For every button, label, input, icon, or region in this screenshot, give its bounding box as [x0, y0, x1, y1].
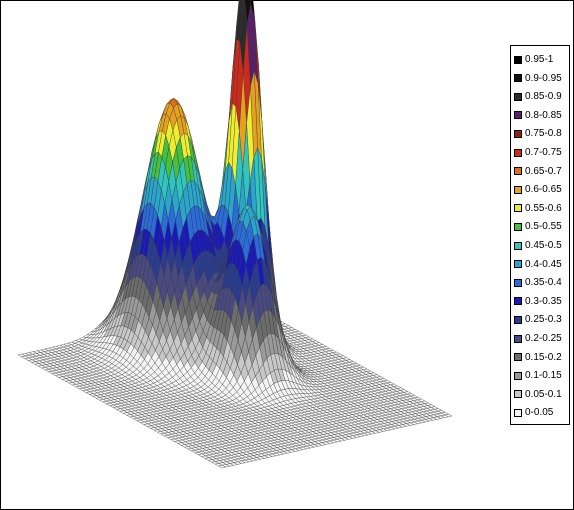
legend-swatch — [514, 353, 522, 362]
legend-swatch — [514, 222, 522, 231]
legend-swatch — [514, 74, 522, 83]
legend-entry: 0.85-0.9 — [514, 87, 562, 106]
legend-entry: 0.4-0.45 — [514, 255, 562, 274]
legend-swatch — [514, 185, 522, 194]
legend-entry: 0.2-0.25 — [514, 329, 562, 348]
legend-label: 0.3-0.35 — [525, 295, 562, 307]
legend-swatch — [514, 204, 522, 213]
legend-swatch — [514, 390, 522, 399]
legend-label: 0.2-0.25 — [525, 333, 562, 344]
legend-label: 0.5-0.55 — [525, 221, 562, 233]
legend-label: 0.4-0.45 — [525, 258, 562, 270]
legend-label: 0.9-0.95 — [525, 72, 562, 84]
legend-entry: 0.7-0.75 — [514, 143, 562, 162]
legend-swatch — [514, 92, 522, 101]
legend-entry: 0.8-0.85 — [514, 106, 562, 125]
legend-entry: 0.3-0.35 — [514, 292, 562, 311]
legend-entry: 0.6-0.65 — [514, 180, 562, 199]
legend-label: 0.6-0.65 — [525, 184, 562, 196]
legend-swatch — [514, 167, 522, 176]
legend-entry: 0.25-0.3 — [514, 310, 562, 329]
legend-entry: 0-0.05 — [514, 403, 553, 422]
legend-swatch — [514, 408, 522, 417]
legend-entry: 0.1-0.15 — [514, 366, 562, 385]
legend-label: 0.95-1 — [525, 54, 554, 65]
legend-label: 0.85-0.9 — [525, 91, 562, 103]
legend-swatch — [514, 260, 522, 269]
legend-label: 0.75-0.8 — [525, 128, 562, 140]
legend-label: 0-0.05 — [525, 407, 554, 419]
legend-label: 0.8-0.85 — [525, 109, 562, 121]
surface-plot — [17, 0, 453, 469]
legend-label: 0.7-0.75 — [525, 147, 562, 158]
legend-swatch — [514, 278, 522, 287]
legend-label: 0.15-0.2 — [525, 351, 562, 363]
legend-entry: 0.35-0.4 — [514, 273, 562, 292]
legend-entry: 0.75-0.8 — [514, 124, 562, 143]
legend-entry: 0.5-0.55 — [514, 217, 562, 236]
legend-label: 0.1-0.15 — [525, 370, 562, 382]
legend-label: 0.35-0.4 — [525, 277, 562, 289]
surface-mesh — [17, 0, 453, 469]
legend-swatch — [514, 148, 522, 157]
legend-entry: 0.55-0.6 — [514, 199, 562, 218]
legend-swatch — [514, 241, 522, 250]
legend-label: 0.05-0.1 — [525, 388, 562, 400]
legend-label: 0.65-0.7 — [525, 165, 562, 177]
legend-entry: 0.15-0.2 — [514, 348, 562, 367]
legend-entry: 0.65-0.7 — [514, 162, 562, 181]
legend-entry: 0.9-0.95 — [514, 69, 562, 88]
legend-swatch — [514, 55, 522, 64]
legend-entry: 0.45-0.5 — [514, 236, 562, 255]
legend-swatch — [514, 315, 522, 324]
legend-label: 0.25-0.3 — [525, 314, 562, 326]
legend-entry: 0.95-1 — [514, 50, 553, 69]
legend-swatch — [514, 129, 522, 138]
legend-label: 0.45-0.5 — [525, 240, 562, 251]
legend-label: 0.55-0.6 — [525, 202, 562, 214]
legend-swatch — [514, 111, 522, 120]
legend: 0.95-1 0.9-0.95 0.85-0.9 0.8-0.85 0.75-0.8 0.… — [510, 45, 570, 425]
legend-swatch — [514, 371, 522, 380]
legend-swatch — [514, 334, 522, 343]
legend-entry: 0.05-0.1 — [514, 385, 562, 404]
legend-swatch — [514, 297, 522, 306]
